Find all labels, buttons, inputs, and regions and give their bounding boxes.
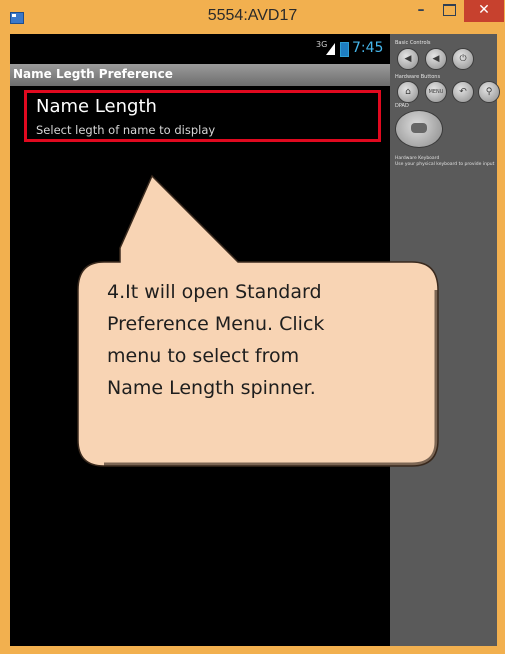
callout-line: Preference Menu. Click (107, 313, 325, 335)
callout-text: 4.It will open Standard Preference Menu.… (107, 276, 407, 404)
callout-line: 4.It will open Standard (107, 281, 322, 303)
callout-line: Name Length spinner. (107, 377, 316, 399)
callout-line: menu to select from (107, 345, 300, 367)
